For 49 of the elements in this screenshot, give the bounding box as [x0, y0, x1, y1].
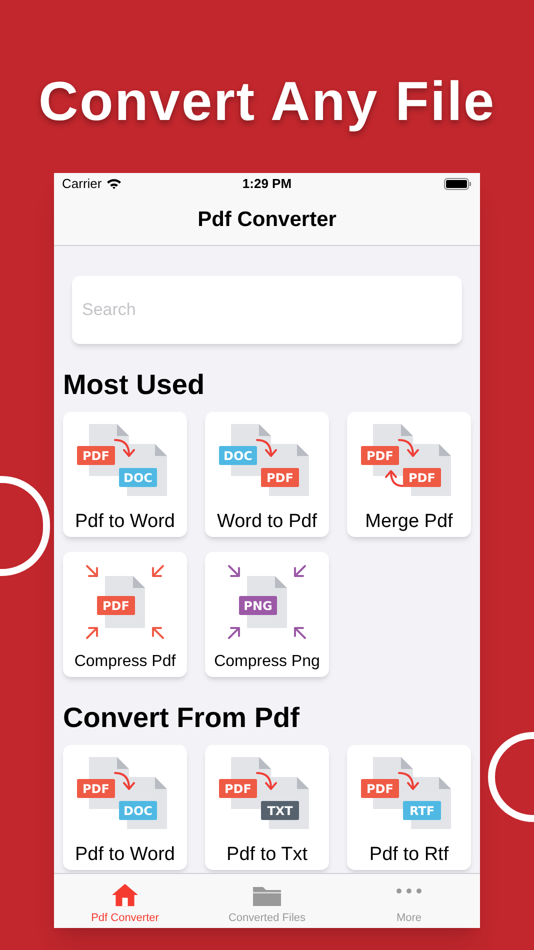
format-badge: PNG [239, 596, 277, 615]
format-badge: PDF [361, 446, 399, 465]
nav-title: Pdf Converter [198, 207, 336, 234]
arrow-icon [152, 565, 164, 577]
search-field[interactable]: Search [72, 276, 462, 344]
format-badge: PDF [97, 596, 135, 615]
section-title: Most Used [63, 368, 206, 402]
section-title: Convert From Pdf [63, 701, 300, 735]
curved-arrow-icon [398, 439, 419, 457]
format-badge: PDF [403, 468, 441, 487]
carrier-label: Carrier [62, 175, 102, 194]
arrow-icon [228, 565, 240, 577]
wifi-icon [106, 178, 122, 190]
tool-tile[interactable]: PNG Compress Png [205, 552, 329, 677]
arrow-icon [86, 627, 98, 639]
arrow-icon [294, 627, 306, 639]
format-badge: PDF [77, 446, 115, 465]
curved-arrow-icon [256, 772, 277, 790]
more-icon [396, 888, 422, 894]
tool-tile[interactable]: PDF Compress Pdf [63, 552, 187, 677]
format-badge: DOC [219, 446, 257, 465]
format-badge: PDF [361, 779, 399, 798]
curved-arrow-icon [398, 772, 419, 790]
tool-tile[interactable]: DOC PDF Word to Pdf [205, 412, 329, 537]
format-badge: DOC [119, 801, 157, 820]
format-badge: DOC [119, 468, 157, 487]
curved-arrow-icon [385, 470, 404, 487]
format-badge: TXT [261, 801, 299, 820]
home-icon [110, 882, 140, 908]
battery-icon [444, 178, 472, 190]
arrow-icon [152, 627, 164, 639]
tool-tile[interactable]: PDF DOC Pdf to Word [63, 745, 187, 870]
tab-item[interactable]: Pdf Converter [54, 874, 196, 928]
headline: Convert Any File [38, 69, 496, 134]
tool-tile[interactable]: PDF DOC Pdf to Word [63, 412, 187, 537]
curved-arrow-icon [114, 772, 135, 790]
arrow-icon [294, 565, 306, 577]
tool-tile[interactable]: PDF PDF Merge Pdf [347, 412, 471, 537]
curved-arrow-icon [256, 439, 277, 457]
format-badge: PDF [261, 468, 299, 487]
format-badge: PDF [219, 779, 257, 798]
curved-arrow-icon [114, 439, 135, 457]
format-badge: PDF [77, 779, 115, 798]
arrow-icon [86, 565, 98, 577]
format-badge: RTF [403, 801, 441, 820]
arrow-icon [228, 627, 240, 639]
status-time: 1:29 PM [242, 175, 292, 194]
tool-tile[interactable]: PDF TXT Pdf to Txt [205, 745, 329, 870]
tool-tile[interactable]: PDF RTF Pdf to Rtf [347, 745, 471, 870]
